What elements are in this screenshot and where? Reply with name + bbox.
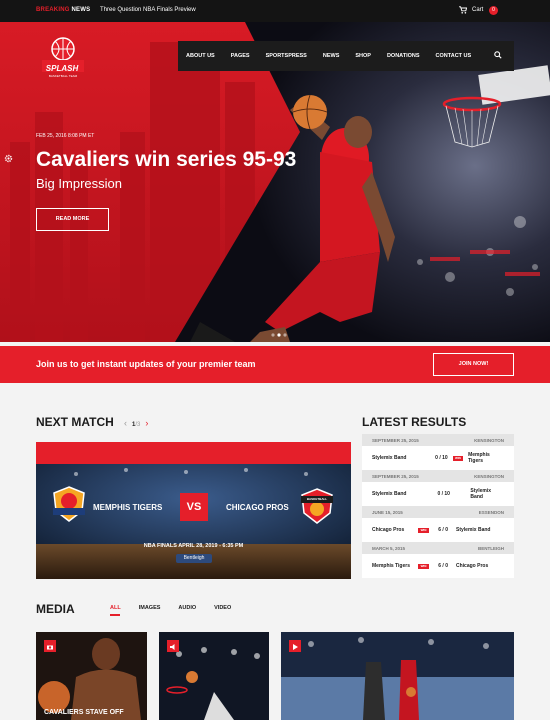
vs-badge: VS <box>180 493 208 521</box>
media-tabs: ALL IMAGES AUDIO VIDEO <box>110 605 249 611</box>
media-caption: CAVALIERS STAVE OFF <box>44 709 124 716</box>
match-venue-badge: Bentleigh <box>176 554 212 563</box>
media-thumb-2[interactable] <box>159 632 269 720</box>
hero-date: FEB 25, 2016 8:08 PM ET <box>36 133 95 139</box>
chevron-right-icon[interactable]: › <box>145 418 148 428</box>
results-list: SEPTEMBER 25, 2015 KENSINGTON Stylemix Ba… <box>362 434 514 578</box>
media-thumb-1[interactable] <box>36 632 147 720</box>
win-badge: WIN <box>418 563 429 569</box>
match-date: NBA FINALS APRIL 28, 2019 - 6:35 PM <box>143 543 244 549</box>
nav-item-sportspress[interactable]: SPORTSPRESS <box>258 53 315 59</box>
result-row[interactable]: Chicago Pros WIN 6 / 0 Stylemix Band <box>362 518 514 542</box>
nav-item-pages[interactable]: PAGES <box>223 53 258 59</box>
away-team-name: CHICAGO PROS <box>226 503 289 512</box>
badge-text: BASKETBALL <box>306 497 328 501</box>
latest-results-heading: LATEST RESULTS <box>362 415 467 429</box>
court-photo <box>281 632 514 720</box>
search-icon[interactable] <box>494 51 502 59</box>
cart-count-badge: 0 <box>489 6 498 15</box>
win-badge: WIN <box>452 455 464 461</box>
nav-item-shop[interactable]: SHOP <box>347 53 379 59</box>
home-team-name: MEMPHIS TIGERS <box>93 503 163 512</box>
nav-item-news[interactable]: NEWS <box>315 53 348 59</box>
memphis-tigers-logo-icon <box>53 486 85 522</box>
result-header: JUNE 15, 2015 ESSENDON <box>362 506 514 518</box>
chicago-pros-logo-icon <box>301 488 333 524</box>
active-tab-underline <box>110 614 120 616</box>
breaking-news-label: BREAKING NEWS <box>36 7 91 13</box>
hero-subtitle: Big Impression <box>36 176 122 191</box>
chevron-left-icon[interactable]: ‹ <box>124 418 127 428</box>
result-row[interactable]: Stylemix Band 0 / 10 Stylemix Band <box>362 482 514 506</box>
result-row[interactable]: Memphis Tigers WIN 6 / 0 Chicago Pros <box>362 554 514 578</box>
nav-item-about-us[interactable]: ABOUT US <box>178 53 223 59</box>
media-thumb-3[interactable] <box>281 632 514 720</box>
result-header: MARCH 5, 2015 BENTLEIGH <box>362 542 514 554</box>
video-icon <box>289 640 301 652</box>
logo-name: SPLASH <box>45 64 79 73</box>
join-now-button[interactable]: JOIN NOW! <box>433 353 514 376</box>
audio-icon <box>167 640 179 652</box>
nav-item-donations[interactable]: DONATIONS <box>379 53 428 59</box>
camera-icon <box>44 640 56 652</box>
join-text: Join us to get instant updates of your p… <box>36 359 256 369</box>
nav-item-contact-us[interactable]: CONTACT US <box>428 53 480 59</box>
cart-link[interactable]: Cart <box>472 7 483 13</box>
hero-title[interactable]: Cavaliers win series 95-93 <box>36 148 296 172</box>
media-heading: MEDIA <box>36 602 75 616</box>
read-more-button[interactable]: READ MORE <box>36 208 109 231</box>
pager-total: 3 <box>137 422 141 428</box>
result-header: SEPTEMBER 25, 2015 KENSINGTON <box>362 434 514 446</box>
main-navigation: ABOUT US PAGES SPORTSPRESS NEWS SHOP DON… <box>178 41 514 71</box>
cart-icon[interactable] <box>459 6 467 14</box>
next-match-heading: NEXT MATCH <box>36 415 114 429</box>
slider-dots[interactable] <box>269 333 289 337</box>
win-badge: WIN <box>418 527 429 533</box>
tab-images[interactable]: IMAGES <box>139 605 161 611</box>
result-header: SEPTEMBER 25, 2015 KENSINGTON <box>362 470 514 482</box>
news-ticker[interactable]: Three Question NBA Finals Preview <box>100 7 196 13</box>
tab-all[interactable]: ALL <box>110 605 121 611</box>
logo-tagline: BASKETBALL TEAM <box>48 74 78 78</box>
result-row[interactable]: Stylemix Band 0 / 10 WIN Memphis Tigers <box>362 446 514 470</box>
match-pager: ‹ 1/3 › <box>124 418 148 428</box>
tab-video[interactable]: VIDEO <box>214 605 231 611</box>
gear-icon[interactable] <box>4 154 13 163</box>
match-card-header <box>36 442 351 464</box>
tab-audio[interactable]: AUDIO <box>178 605 196 611</box>
